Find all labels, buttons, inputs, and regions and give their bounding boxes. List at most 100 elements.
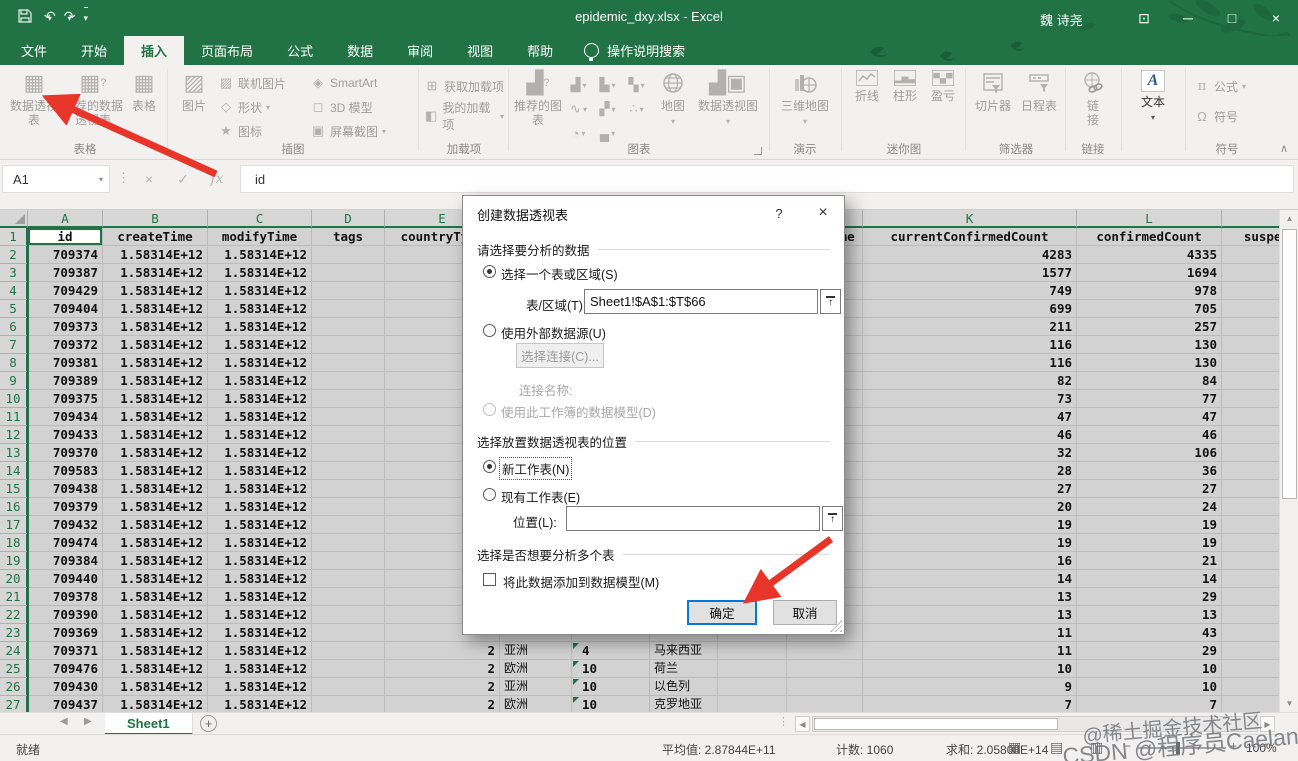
cell-L18[interactable]: 19 <box>1077 534 1222 552</box>
cell-L11[interactable]: 47 <box>1077 408 1222 426</box>
cell-B26[interactable]: 1.58314E+12 <box>103 678 208 696</box>
row-header-4[interactable]: 4 <box>0 282 28 300</box>
cell-D18[interactable] <box>312 534 385 552</box>
confirm-entry-icon[interactable]: ✓ <box>168 165 198 193</box>
row-header-14[interactable]: 14 <box>0 462 28 480</box>
cell-B5[interactable]: 1.58314E+12 <box>103 300 208 318</box>
row-header-5[interactable]: 5 <box>0 300 28 318</box>
cell-B8[interactable]: 1.58314E+12 <box>103 354 208 372</box>
horizontal-scroll-thumb[interactable] <box>814 718 1058 730</box>
recommended-charts-button[interactable]: ▟? 推荐的图表 <box>512 65 564 128</box>
page-break-view-icon[interactable]: ▥ <box>1090 739 1103 756</box>
tab-formulas[interactable]: 公式 <box>270 36 330 65</box>
cell-F26[interactable]: 亚洲 <box>500 678 572 696</box>
cell-D23[interactable] <box>312 624 385 642</box>
zoom-slider-thumb[interactable] <box>1176 742 1180 754</box>
cell-C10[interactable]: 1.58314E+12 <box>208 390 312 408</box>
cell-B12[interactable]: 1.58314E+12 <box>103 426 208 444</box>
location-input[interactable] <box>566 506 820 531</box>
cell-K19[interactable]: 16 <box>863 552 1077 570</box>
zoom-out-icon[interactable]: − <box>1124 739 1131 753</box>
cell-I27[interactable] <box>718 696 787 712</box>
cell-A26[interactable]: 709430 <box>28 678 103 696</box>
tab-review[interactable]: 审阅 <box>390 36 450 65</box>
dialog-help-icon[interactable]: ? <box>763 200 795 226</box>
cell-A25[interactable]: 709476 <box>28 660 103 678</box>
row-header-19[interactable]: 19 <box>0 552 28 570</box>
radio-new-worksheet-label[interactable]: 新工作表(N) <box>498 457 573 480</box>
ribbon-display-options-icon[interactable]: ⊡ <box>1122 0 1166 36</box>
cell-M13[interactable] <box>1222 444 1279 462</box>
cancel-entry-icon[interactable]: × <box>134 165 164 193</box>
cell-I24[interactable] <box>718 642 787 660</box>
get-addins-button[interactable]: ⊞ 获取加载项 <box>422 75 506 97</box>
cell-C27[interactable]: 1.58314E+12 <box>208 696 312 712</box>
cell-F24[interactable]: 亚洲 <box>500 642 572 660</box>
cell-L20[interactable]: 14 <box>1077 570 1222 588</box>
cell-K15[interactable]: 27 <box>863 480 1077 498</box>
cell-C21[interactable]: 1.58314E+12 <box>208 588 312 606</box>
cell-K8[interactable]: 116 <box>863 354 1077 372</box>
cell-H27[interactable]: 克罗地亚 <box>650 696 718 712</box>
cell-L17[interactable]: 19 <box>1077 516 1222 534</box>
radio-external-source-label[interactable]: 使用外部数据源(U) <box>501 323 606 342</box>
cell-K25[interactable]: 10 <box>863 660 1077 678</box>
cell-C1[interactable]: modifyTime <box>208 228 312 246</box>
cell-M21[interactable] <box>1222 588 1279 606</box>
pivotchart-button[interactable]: ▟▣ 数据透视图 ▾ <box>695 65 761 128</box>
col-header-K[interactable]: K <box>863 210 1077 228</box>
zoom-in-icon[interactable]: + <box>1230 739 1237 753</box>
cell-B24[interactable]: 1.58314E+12 <box>103 642 208 660</box>
row-header-24[interactable]: 24 <box>0 642 28 660</box>
cell-A22[interactable]: 709390 <box>28 606 103 624</box>
tab-help[interactable]: 帮助 <box>510 36 570 65</box>
cell-M25[interactable] <box>1222 660 1279 678</box>
add-to-data-model-label[interactable]: 将此数据添加到数据模型(M) <box>503 572 659 591</box>
row-header-13[interactable]: 13 <box>0 444 28 462</box>
cell-M2[interactable] <box>1222 246 1279 264</box>
normal-view-icon[interactable]: ▦ <box>1008 739 1021 756</box>
symbol-button[interactable]: Ω 符号 <box>1192 105 1266 127</box>
cell-C7[interactable]: 1.58314E+12 <box>208 336 312 354</box>
zoom-level[interactable]: 100% <box>1246 741 1277 755</box>
radio-existing-worksheet-label[interactable]: 现有工作表(E) <box>501 487 580 506</box>
cell-C12[interactable]: 1.58314E+12 <box>208 426 312 444</box>
horizontal-scrollbar[interactable]: ◀ ▶ <box>0 716 1298 732</box>
row-header-11[interactable]: 11 <box>0 408 28 426</box>
cell-C4[interactable]: 1.58314E+12 <box>208 282 312 300</box>
cell-F27[interactable]: 欧洲 <box>500 696 572 712</box>
cell-L16[interactable]: 24 <box>1077 498 1222 516</box>
scatter-chart-button[interactable]: ∴ ▾ <box>622 97 651 121</box>
cell-E25[interactable]: 2 <box>385 660 500 678</box>
cell-A17[interactable]: 709432 <box>28 516 103 534</box>
hierarchy-chart-button[interactable]: ▙ ▾ <box>593 73 622 97</box>
cell-B7[interactable]: 1.58314E+12 <box>103 336 208 354</box>
cell-L24[interactable]: 29 <box>1077 642 1222 660</box>
cell-E27[interactable]: 2 <box>385 696 500 712</box>
row-header-15[interactable]: 15 <box>0 480 28 498</box>
cell-A15[interactable]: 709438 <box>28 480 103 498</box>
cell-K18[interactable]: 19 <box>863 534 1077 552</box>
cell-L3[interactable]: 1694 <box>1077 264 1222 282</box>
cell-D17[interactable] <box>312 516 385 534</box>
cell-C6[interactable]: 1.58314E+12 <box>208 318 312 336</box>
cell-J25[interactable] <box>787 660 863 678</box>
vertical-scrollbar[interactable]: ▲ ▼ <box>1279 210 1298 712</box>
table-button[interactable]: ▦ 表格 <box>124 65 164 113</box>
cell-M7[interactable] <box>1222 336 1279 354</box>
radio-existing-worksheet[interactable] <box>483 488 496 501</box>
cell-D15[interactable] <box>312 480 385 498</box>
row-header-18[interactable]: 18 <box>0 534 28 552</box>
cell-B16[interactable]: 1.58314E+12 <box>103 498 208 516</box>
recommended-pivottables-button[interactable]: ▦? 推荐的数据透视表 <box>62 65 124 128</box>
cell-K14[interactable]: 28 <box>863 462 1077 480</box>
range-picker-icon[interactable]: ↑ <box>820 289 841 314</box>
cell-D26[interactable] <box>312 678 385 696</box>
row-header-9[interactable]: 9 <box>0 372 28 390</box>
cell-L26[interactable]: 10 <box>1077 678 1222 696</box>
cell-A9[interactable]: 709389 <box>28 372 103 390</box>
tab-home[interactable]: 开始 <box>64 36 124 65</box>
cell-C23[interactable]: 1.58314E+12 <box>208 624 312 642</box>
cell-B10[interactable]: 1.58314E+12 <box>103 390 208 408</box>
row-header-25[interactable]: 25 <box>0 660 28 678</box>
